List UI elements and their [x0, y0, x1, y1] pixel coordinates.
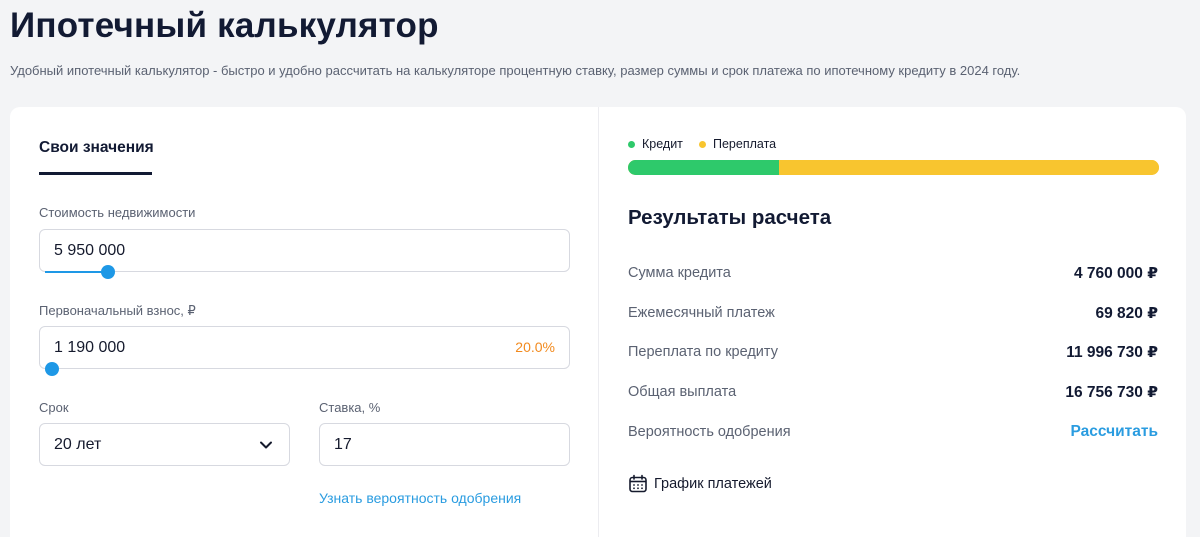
total-payment-label: Общая выплата	[628, 384, 737, 400]
down-payment-slider-handle[interactable]	[45, 362, 59, 376]
calculator-card: Свои значения Стоимость недвижимости 5 9…	[10, 107, 1186, 537]
payment-schedule-button[interactable]: График платежей	[628, 473, 772, 495]
total-payment-value: 16 756 730 ₽	[1065, 384, 1158, 401]
property-cost-input[interactable]: 5 950 000	[39, 229, 570, 272]
monthly-payment-label: Ежемесячный платеж	[628, 305, 775, 321]
page-title: Ипотечный калькулятор	[10, 6, 439, 45]
property-cost-slider-fill	[45, 271, 108, 273]
overpayment-legend-label: Переплата	[713, 137, 777, 151]
credit-bar-segment	[628, 160, 779, 175]
payment-schedule-label: График платежей	[654, 476, 772, 492]
down-payment-percent: 20.0%	[515, 339, 555, 355]
credit-overpayment-bar	[628, 160, 1159, 175]
overpayment-value: 11 996 730 ₽	[1066, 344, 1158, 361]
term-label: Срок	[39, 400, 69, 415]
property-cost-value: 5 950 000	[54, 242, 126, 259]
overpayment-bar-segment	[778, 160, 1159, 175]
results-title: Результаты расчета	[628, 206, 832, 229]
rate-label: Ставка, %	[319, 400, 381, 415]
approval-probability-label: Вероятность одобрения	[628, 424, 791, 440]
tab-underline	[39, 172, 152, 175]
overpayment-legend-dot	[699, 141, 706, 148]
page-subtitle: Удобный ипотечный калькулятор - быстро и…	[10, 63, 1021, 78]
calculate-approval-button[interactable]: Рассчитать	[1071, 423, 1158, 441]
rate-value: 17	[334, 436, 352, 453]
down-payment-label: Первоначальный взнос, ₽	[39, 303, 196, 318]
down-payment-value: 1 190 000	[54, 339, 126, 356]
panel-divider	[598, 107, 599, 537]
approval-probability-link[interactable]: Узнать вероятность одобрения	[319, 490, 521, 506]
credit-legend-dot	[628, 141, 635, 148]
term-select[interactable]: 20 лет	[39, 423, 290, 466]
credit-legend-label: Кредит	[642, 137, 683, 151]
term-value: 20 лет	[54, 436, 102, 453]
loan-amount-label: Сумма кредита	[628, 265, 731, 281]
monthly-payment-value: 69 820 ₽	[1095, 305, 1159, 322]
chevron-down-icon	[260, 441, 272, 449]
down-payment-input[interactable]: 1 190 000 20.0%	[39, 326, 570, 369]
calendar-icon	[629, 474, 647, 493]
rate-input[interactable]: 17	[319, 423, 570, 466]
tab-own-values[interactable]: Свои значения	[39, 139, 154, 157]
property-cost-slider-handle[interactable]	[100, 265, 115, 279]
loan-amount-value: 4 760 000 ₽	[1073, 265, 1158, 282]
overpayment-label: Переплата по кредиту	[628, 344, 778, 360]
property-cost-label: Стоимость недвижимости	[39, 205, 196, 220]
